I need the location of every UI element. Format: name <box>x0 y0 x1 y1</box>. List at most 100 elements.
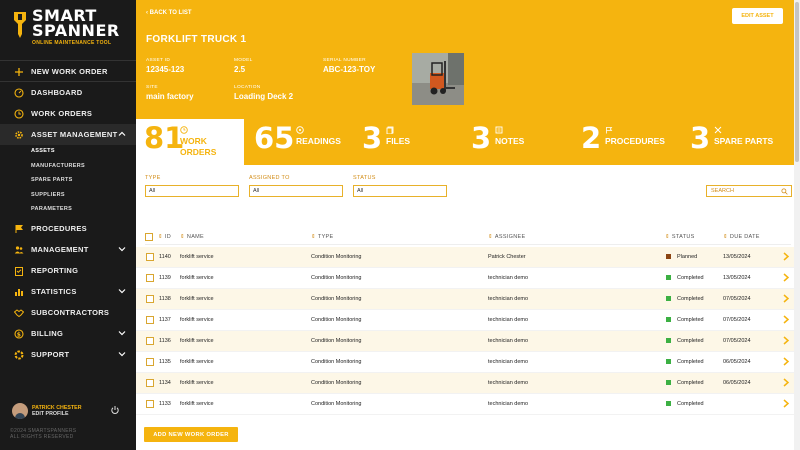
row-assignee: technician demo <box>488 338 529 344</box>
type-filter-select[interactable]: All <box>145 185 239 197</box>
brand-name-line2: SPANNER <box>32 21 120 40</box>
row-due-date: 06/05/2024 <box>723 359 751 365</box>
table-row[interactable]: 1134 forklift service Condition Monitoring… <box>136 373 794 394</box>
chevron-right-icon[interactable] <box>782 252 790 261</box>
sidebar-subitem-suppliers[interactable]: SUPPLIERS <box>31 192 65 198</box>
sidebar-item-work-orders[interactable]: WORK ORDERS <box>0 103 136 124</box>
sidebar-item-management[interactable]: MANAGEMENT <box>0 239 136 260</box>
new-work-order-button[interactable]: NEW WORK ORDER <box>0 61 136 82</box>
sidebar-item-billing[interactable]: $ BILLING <box>0 323 136 344</box>
avatar[interactable] <box>12 403 28 419</box>
tab-files[interactable]: 3 FILES <box>362 119 466 165</box>
sidebar-item-asset-management[interactable]: ASSET MANAGEMENT <box>0 124 136 145</box>
work-orders-count: 81 <box>144 121 185 155</box>
tab-spare-parts[interactable]: 3 SPARE PARTS <box>690 119 790 165</box>
chevron-right-icon[interactable] <box>782 273 790 282</box>
tab-notes[interactable]: 3 NOTES <box>471 119 575 165</box>
select-all-checkbox[interactable] <box>145 233 153 241</box>
row-id: 1137 <box>159 317 171 323</box>
logo[interactable]: SMART SPANNER ONLINE MAINTENANCE TOOL <box>10 8 130 48</box>
status-filter-label: STATUS <box>353 175 376 181</box>
th-name[interactable]: ⇕ NAME <box>180 234 204 240</box>
chevron-right-icon[interactable] <box>782 315 790 324</box>
chevron-right-icon[interactable] <box>782 336 790 345</box>
table-row[interactable]: 1138 forklift service Condition Monitoring… <box>136 289 794 310</box>
sidebar-item-dashboard[interactable]: DASHBOARD <box>0 82 136 103</box>
tab-procedures[interactable]: 2 PROCEDURES <box>581 119 687 165</box>
work-orders-label-line2: ORDERS <box>180 147 217 157</box>
table-row[interactable]: 1135 forklift service Condition Monitoring… <box>136 352 794 373</box>
files-icon <box>386 126 394 134</box>
sidebar-item-label: REPORTING <box>31 266 79 275</box>
search-input[interactable]: SEARCH <box>706 185 792 197</box>
status-indicator <box>666 275 671 280</box>
edit-asset-button[interactable]: EDIT ASSET <box>732 8 783 24</box>
spare-parts-count: 3 <box>690 121 711 155</box>
th-due-date[interactable]: ⇕ DUE DATE <box>723 234 760 240</box>
model-label: MODEL <box>234 58 253 63</box>
type-filter-label: TYPE <box>145 175 161 181</box>
table-row[interactable]: 1133 forklift service Condition Monitoring… <box>136 394 794 415</box>
row-checkbox[interactable] <box>146 274 154 282</box>
status-indicator <box>666 254 671 259</box>
tab-readings[interactable]: 65 READINGS <box>254 119 360 165</box>
row-checkbox[interactable] <box>146 316 154 324</box>
add-new-work-order-button[interactable]: ADD NEW WORK ORDER <box>144 427 238 442</box>
sidebar-item-label: SUPPORT <box>31 350 70 359</box>
chevron-right-icon[interactable] <box>782 357 790 366</box>
edit-profile-link[interactable]: EDIT PROFILE <box>32 411 69 417</box>
handshake-icon <box>14 308 24 318</box>
sidebar-subitem-assets[interactable]: ASSETS <box>31 148 55 154</box>
table-row[interactable]: 1140 forklift service Condition Monitoring… <box>136 247 794 268</box>
asset-photo[interactable] <box>412 53 464 105</box>
sidebar-item-procedures[interactable]: PROCEDURES <box>0 218 136 239</box>
row-checkbox[interactable] <box>146 253 154 261</box>
chevron-down-icon <box>118 247 126 252</box>
new-work-order-label: NEW WORK ORDER <box>31 67 108 76</box>
sidebar-subitem-manufacturers[interactable]: MANUFACTURERS <box>31 163 85 169</box>
row-name: forklift service <box>180 275 214 281</box>
row-checkbox[interactable] <box>146 379 154 387</box>
status-indicator <box>666 317 671 322</box>
row-checkbox[interactable] <box>146 358 154 366</box>
sidebar-item-statistics[interactable]: STATISTICS <box>0 281 136 302</box>
chevron-right-icon[interactable] <box>782 378 790 387</box>
row-type: Condition Monitoring <box>311 380 362 386</box>
sidebar-item-label: DASHBOARD <box>31 88 83 97</box>
sort-icon: ⇕ <box>311 234 316 240</box>
row-status: Completed <box>677 359 704 365</box>
sidebar-item-reporting[interactable]: REPORTING <box>0 260 136 281</box>
row-checkbox[interactable] <box>146 337 154 345</box>
work-orders-label-line1: WORK <box>180 136 207 146</box>
chevron-right-icon[interactable] <box>782 399 790 408</box>
row-name: forklift service <box>180 317 214 323</box>
row-type: Condition Monitoring <box>311 275 362 281</box>
row-checkbox[interactable] <box>146 400 154 408</box>
status-filter-select[interactable]: All <box>353 185 447 197</box>
procedures-label: PROCEDURES <box>605 136 665 146</box>
th-due-label: DUE DATE <box>729 234 760 240</box>
row-checkbox[interactable] <box>146 295 154 303</box>
th-assignee[interactable]: ⇕ ASSIGNEE <box>488 234 525 240</box>
chevron-right-icon[interactable] <box>782 294 790 303</box>
power-icon[interactable] <box>110 405 120 415</box>
table-row[interactable]: 1139 forklift service Condition Monitoring… <box>136 268 794 289</box>
scrollbar-thumb[interactable] <box>795 2 799 162</box>
note-icon <box>495 126 503 134</box>
back-to-list-link[interactable]: ‹ BACK TO LIST <box>146 10 192 16</box>
row-assignee: technician demo <box>488 296 529 302</box>
assigned-filter-select[interactable]: All <box>249 185 343 197</box>
th-status[interactable]: ⇕ STATUS <box>665 234 695 240</box>
tab-work-orders[interactable]: 81 WORK ORDERS <box>136 119 244 165</box>
table-row[interactable]: 1137 forklift service Condition Monitoring… <box>136 310 794 331</box>
sidebar-item-support[interactable]: SUPPORT <box>0 344 136 365</box>
th-id-label: ID <box>164 234 172 240</box>
sidebar-subitem-spare-parts[interactable]: SPARE PARTS <box>31 177 73 183</box>
th-type[interactable]: ⇕ TYPE <box>311 234 334 240</box>
table-row[interactable]: 1136 forklift service Condition Monitoring… <box>136 331 794 352</box>
scrollbar[interactable] <box>794 0 800 450</box>
th-id[interactable]: ⇕ ID <box>158 234 171 240</box>
sidebar-item-subcontractors[interactable]: SUBCONTRACTORS <box>0 302 136 323</box>
clock-icon <box>14 108 24 119</box>
sidebar-subitem-parameters[interactable]: PARAMETERS <box>31 206 72 212</box>
